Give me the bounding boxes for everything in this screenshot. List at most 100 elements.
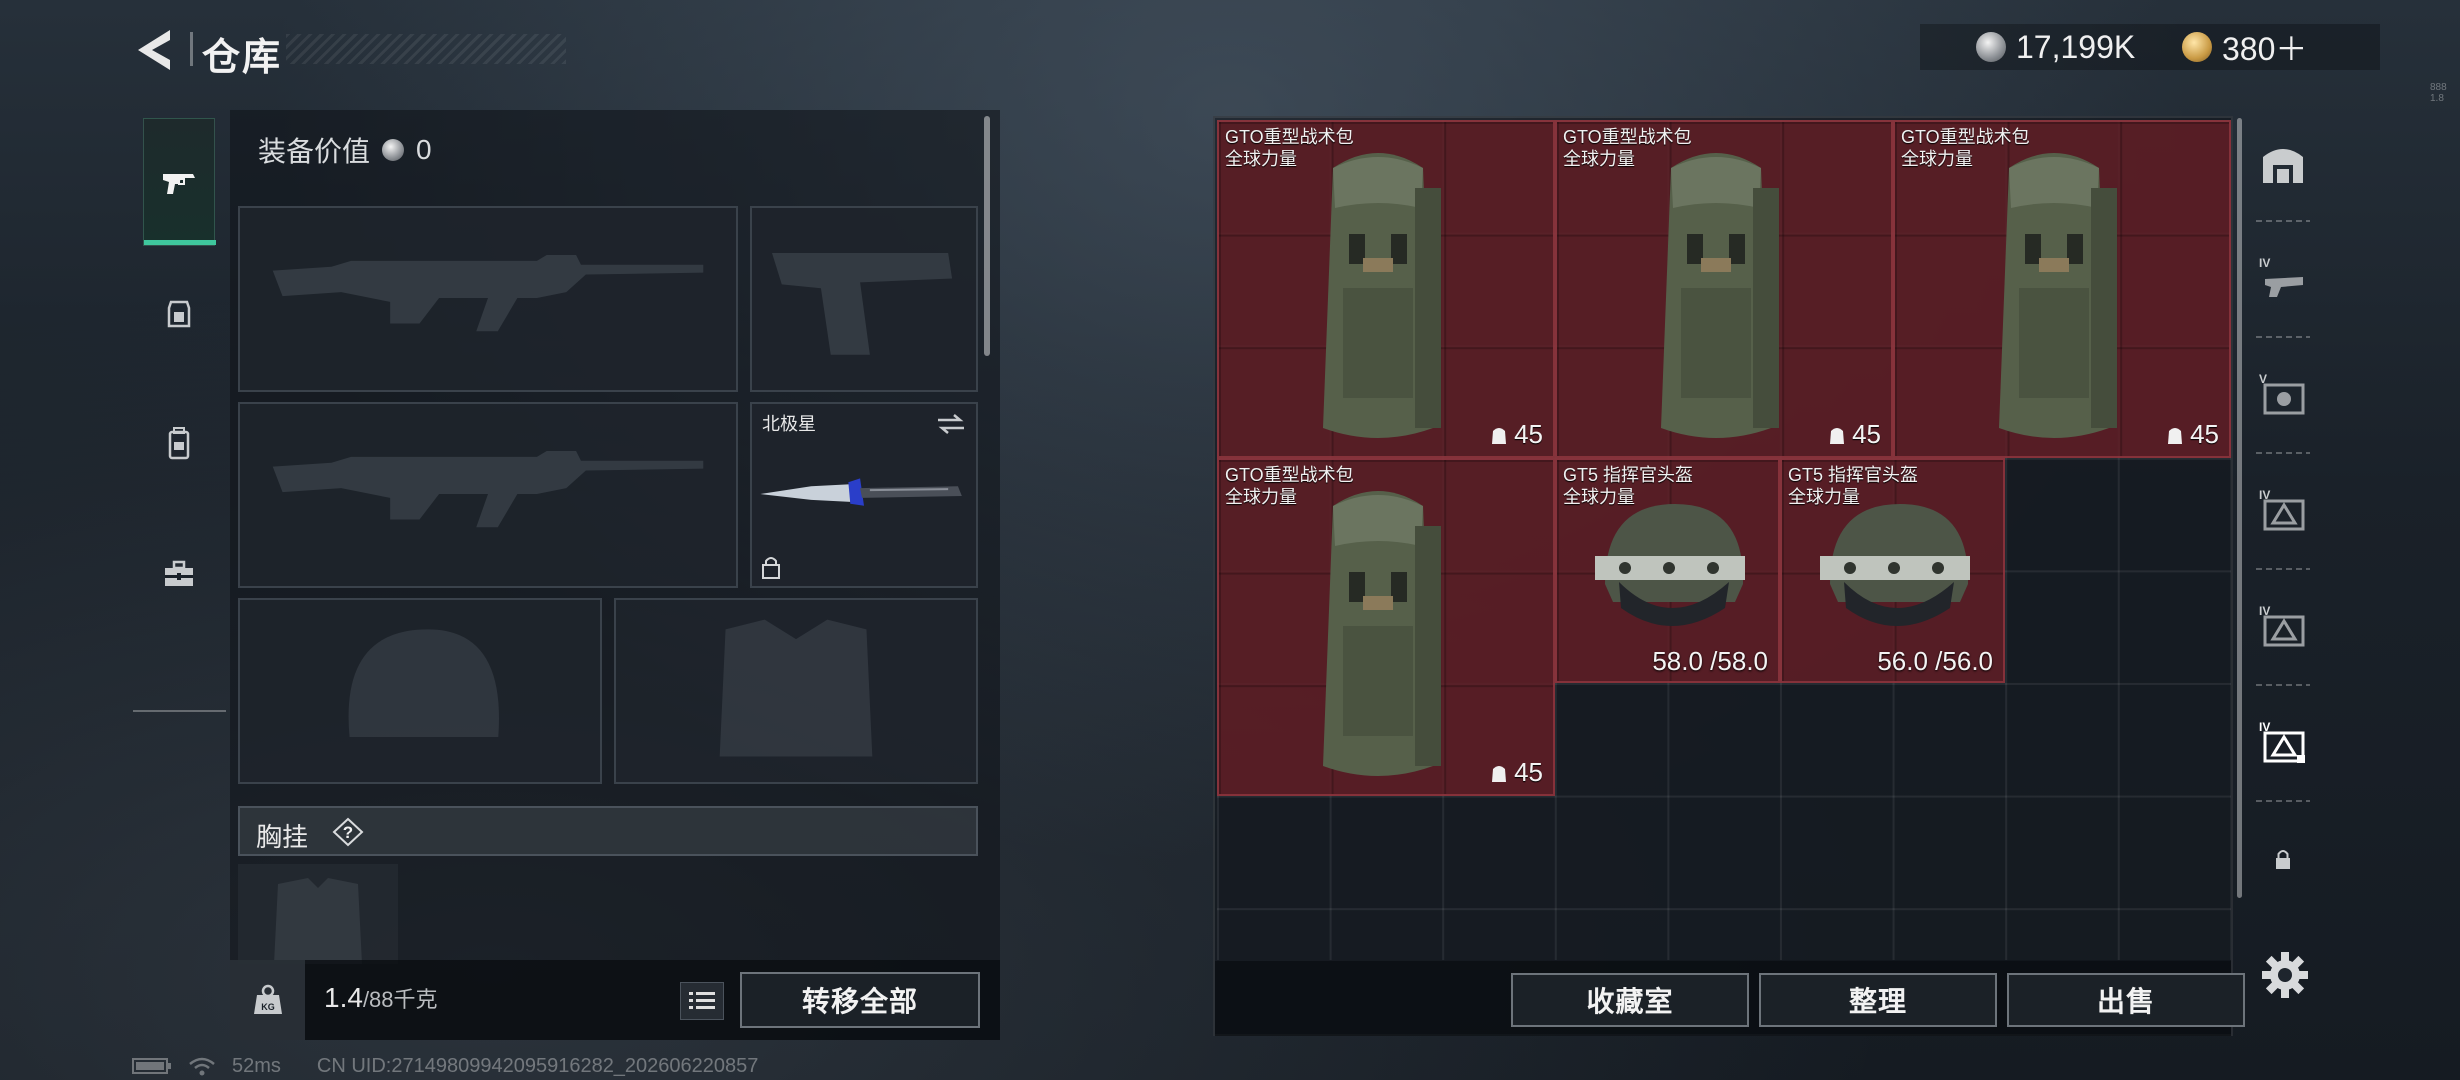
currency-panel: 17,199K 380＋ xyxy=(1920,24,2380,70)
silver-coin-icon xyxy=(1976,32,2006,62)
tab-storage-locked[interactable] xyxy=(2248,804,2318,914)
storage-item-backpack[interactable]: GTO重型战术包 全球力量 45 xyxy=(1217,120,1555,458)
backpack-image xyxy=(1323,153,1441,438)
storage-page-tabs: IV V IV IV IV xyxy=(2248,110,2318,960)
vest-silhouette-icon xyxy=(719,619,873,757)
tab-separator xyxy=(2256,800,2310,802)
tab-separator xyxy=(2256,452,2310,454)
transfer-all-button[interactable]: 转移全部 xyxy=(740,972,980,1028)
equipment-value-number: 0 xyxy=(416,134,432,165)
collection-room-button[interactable]: 收藏室 xyxy=(1511,973,1749,1027)
item-capacity-value: 45 xyxy=(1514,419,1543,449)
tab-storage-home[interactable] xyxy=(2248,110,2318,220)
tab-separator xyxy=(2256,568,2310,570)
item-capacity-value: 45 xyxy=(1852,419,1881,449)
storage-scrollbar[interactable] xyxy=(2237,118,2242,898)
storage-item-backpack[interactable]: GTO重型战术包 全球力量 45 xyxy=(1217,458,1555,796)
primary-weapon-slot-1[interactable] xyxy=(238,206,738,392)
backpack-image xyxy=(1999,153,2117,438)
storage-item-helmet[interactable]: GT5 指挥官头盔 全球力量 58.0 /58.0 xyxy=(1555,458,1780,683)
armor-storage-icon: IV xyxy=(2259,604,2305,647)
rifle-silhouette-icon xyxy=(272,254,704,332)
help-symbol: ? xyxy=(343,823,353,842)
tab-separator xyxy=(2256,684,2310,686)
backpack-capacity-icon xyxy=(2168,427,2183,444)
storage-footer: 收藏室 整理 出售 xyxy=(1215,961,2245,1036)
pistol-icon xyxy=(163,174,195,194)
lock-icon xyxy=(2276,850,2290,869)
weapon-storage-icon: IV xyxy=(2259,256,2303,297)
battery-icon xyxy=(132,1058,171,1074)
item-faction: 全球力量 xyxy=(1788,487,1860,507)
tab-storage-iv-selected[interactable]: IV xyxy=(2248,688,2318,798)
armor-storage-active-icon: IV xyxy=(2259,720,2305,763)
tab-separator xyxy=(2256,220,2310,222)
helmet-silhouette-icon xyxy=(348,629,499,737)
item-capacity-value: 45 xyxy=(2190,419,2219,449)
tab-separator xyxy=(2256,336,2310,338)
settings-gear-icon[interactable] xyxy=(2258,948,2312,1002)
currency-primary[interactable]: 17,199K xyxy=(1976,24,2135,70)
melee-slot[interactable]: 北极星 xyxy=(750,402,978,588)
tab-backpack[interactable] xyxy=(143,380,215,508)
tab-armor[interactable] xyxy=(143,250,215,378)
currency-primary-value: 17,199K xyxy=(2016,28,2136,65)
chest-rig-slot[interactable] xyxy=(238,864,398,964)
uid-text: CN UID:27149809942095916282_202606220857 xyxy=(316,1054,759,1077)
weight-max: /88千克 xyxy=(362,987,438,1012)
item-faction: 全球力量 xyxy=(1563,487,1635,507)
wifi-icon xyxy=(189,1057,215,1076)
tab-storage-v[interactable]: V xyxy=(2248,340,2318,450)
chest-rig-label: 胸挂 xyxy=(256,822,309,852)
item-capacity: 45 xyxy=(1490,419,1543,450)
backpack-image xyxy=(1323,491,1441,776)
storage-item-backpack[interactable]: GTO重型战术包 全球力量 45 xyxy=(1893,120,2231,458)
item-name: GTO重型战术包 xyxy=(1225,465,1354,485)
helmet-slot[interactable] xyxy=(238,598,602,784)
storage-item-backpack[interactable]: GTO重型战术包 全球力量 45 xyxy=(1555,120,1893,458)
organize-button[interactable]: 整理 xyxy=(1759,973,1997,1027)
knife-icon xyxy=(760,478,962,506)
backpack-icon xyxy=(168,427,190,460)
sell-button[interactable]: 出售 xyxy=(2007,973,2245,1027)
list-view-button[interactable] xyxy=(680,982,724,1020)
item-capacity: 45 xyxy=(1828,419,1881,450)
silver-coin-icon xyxy=(382,139,405,161)
helmet-image xyxy=(1595,504,1745,626)
equipment-value: 装备价值 0 xyxy=(258,130,432,170)
item-durability: 58.0 /58.0 xyxy=(1652,646,1768,676)
armor-storage-icon: IV xyxy=(2259,488,2305,531)
tab-weapons[interactable] xyxy=(143,118,216,246)
help-icon[interactable]: ? xyxy=(330,816,366,848)
storage-panel: GTO重型战术包 全球力量 45 GTO重型战术包 全球力量 45 GTO重型战… xyxy=(1213,116,2245,1036)
helmet-image xyxy=(1820,504,1970,626)
primary-weapon-slot-2[interactable] xyxy=(238,402,738,588)
backpack-capacity-icon xyxy=(1492,427,1507,444)
storage-item-helmet[interactable]: GT5 指挥官头盔 全球力量 56.0 /56.0 xyxy=(1780,458,2005,683)
armor-slot[interactable] xyxy=(614,598,978,784)
item-faction: 全球力量 xyxy=(1563,149,1635,169)
status-bar: 52ms CN UID:27149809942095916282_2026062… xyxy=(132,1054,758,1078)
title-decoration xyxy=(286,34,566,64)
item-capacity: 45 xyxy=(2166,419,2219,450)
item-name: GTO重型战术包 xyxy=(1901,127,2030,147)
back-arrow-icon[interactable] xyxy=(130,26,186,74)
tab-storage-iv-1[interactable]: IV xyxy=(2248,224,2318,334)
backpack-capacity-icon xyxy=(1830,427,1845,444)
item-name: GTO重型战术包 xyxy=(1563,127,1692,147)
pistol-slot[interactable] xyxy=(750,206,978,392)
tab-toolbox[interactable] xyxy=(143,510,215,638)
backpack-armor-icon xyxy=(167,300,191,328)
warehouse-icon xyxy=(2263,149,2303,183)
item-faction: 全球力量 xyxy=(1225,487,1297,507)
tab-storage-iv-2[interactable]: IV xyxy=(2248,456,2318,566)
svg-text:IV: IV xyxy=(2259,256,2270,270)
toolbox-icon xyxy=(165,560,193,586)
currency-secondary[interactable]: 380＋ xyxy=(2182,24,2307,70)
tab-storage-iv-3[interactable]: IV xyxy=(2248,572,2318,682)
chest-rig-header: 胸挂 ? xyxy=(238,806,978,856)
lock-icon xyxy=(762,557,780,579)
svg-text:KG: KG xyxy=(261,1002,275,1012)
equipment-scrollbar[interactable] xyxy=(984,116,990,356)
weight-icon-box: KG xyxy=(230,960,305,1040)
